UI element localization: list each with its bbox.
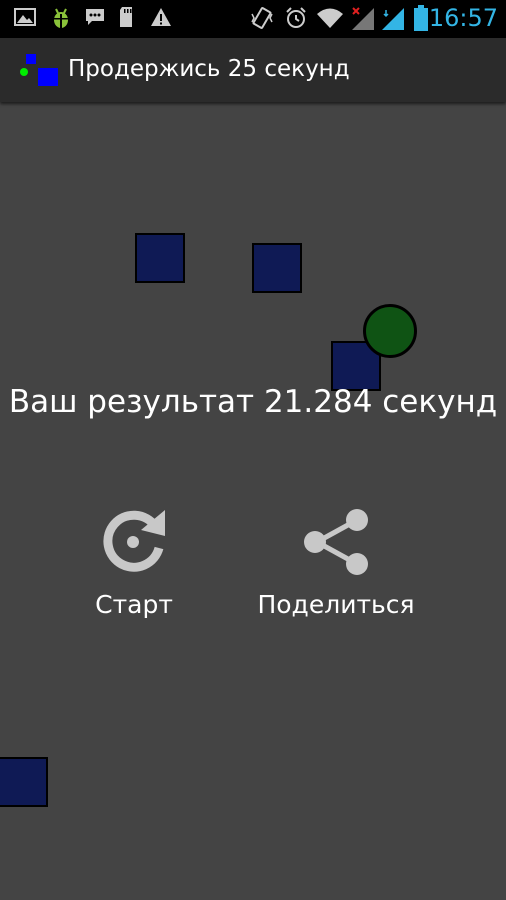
restart-icon — [103, 510, 165, 572]
enemy-block — [135, 233, 185, 283]
status-time: 16:57 — [428, 4, 498, 32]
app-logo-icon — [20, 54, 58, 86]
warning-icon — [151, 8, 171, 26]
app-title: Продержись 25 секунд — [68, 56, 350, 82]
action-bar: Продержись 25 секунд — [0, 38, 506, 102]
vibrate-icon — [251, 7, 273, 29]
signal-no-service-icon — [352, 7, 374, 30]
share-label: Поделиться — [257, 590, 415, 619]
status-bar: 16:57 — [0, 0, 506, 38]
share-button[interactable]: Поделиться — [246, 506, 426, 619]
android-debug-icon — [54, 8, 68, 28]
share-icon — [304, 509, 368, 575]
player-circle[interactable] — [363, 304, 417, 358]
sd-card-icon — [120, 7, 132, 27]
start-label: Старт — [95, 590, 173, 619]
start-button[interactable]: Старт — [74, 506, 194, 619]
gallery-icon — [14, 8, 36, 26]
alarm-icon — [286, 7, 306, 28]
enemy-block — [0, 757, 48, 807]
chat-icon — [86, 9, 104, 25]
battery-icon — [414, 5, 428, 31]
enemy-block — [252, 243, 302, 293]
result-text: Ваш результат 21.284 секунд — [8, 384, 498, 420]
signal-icon — [382, 8, 404, 30]
wifi-icon — [317, 8, 343, 28]
game-field[interactable] — [0, 102, 506, 900]
